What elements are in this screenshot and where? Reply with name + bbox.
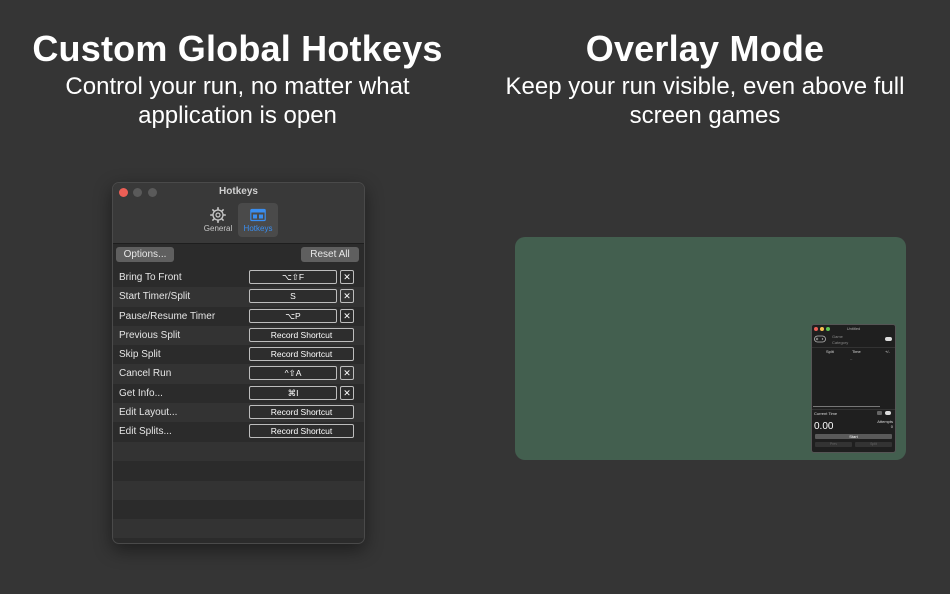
tab-general[interactable]: General [198,203,238,237]
prev-button[interactable]: Prev [815,442,852,447]
shortcut-recorder[interactable]: ^⇧A [249,366,337,381]
hotkey-row-bring-to-front: Bring To Front ⌥⇧F ✕ [113,268,364,287]
hotkey-row-skip-split: Skip Split Record Shortcut [113,345,364,364]
hotkey-row-start-timer-split: Start Timer/Split S ✕ [113,287,364,307]
left-panel-subtitle: Control your run, no matter what applica… [65,73,410,129]
shortcut-recorder[interactable]: ⌥P [249,308,337,323]
options-button[interactable]: Options... [116,247,174,262]
gamepad-icon [814,335,826,343]
timer-display: 0.00 [814,421,834,432]
gear-icon [210,207,226,223]
divider [812,409,895,410]
hotkey-action-label: Edit Layout... [119,407,178,419]
attempts-count: 0 [890,424,893,429]
splits-placeholder: – [850,356,853,361]
hotkeys-window: Hotkeys General Hotkeys Options... Reset… [112,182,365,544]
tab-hotkeys[interactable]: Hotkeys [238,203,278,237]
left-panel-title: Custom Global Hotkeys [32,28,443,69]
keyboard-icon [250,208,266,222]
hotkey-row-pause-resume-timer: Pause/Resume Timer ⌥P ✕ [113,307,364,326]
hotkey-action-label: Get Info... [119,387,163,399]
overlay-toggle[interactable] [885,337,892,341]
edit-icon[interactable] [877,411,882,415]
shortcut-recorder[interactable]: ⌥⇧F [249,270,337,284]
record-shortcut-button[interactable]: Record Shortcut [249,424,354,439]
right-panel-subtitle: Keep your run visible, even above full s… [505,73,905,129]
col-time-header: Time [852,349,861,354]
record-shortcut-button[interactable]: Record Shortcut [249,327,354,342]
hotkey-action-label: Start Timer/Split [119,291,191,303]
window-title: Hotkeys [219,186,258,197]
shortcut-recorder[interactable]: ⌘I [249,385,337,400]
divider [812,347,895,348]
tab-general-label: General [203,224,233,233]
hotkey-row-edit-splits: Edit Splits... Record Shortcut [113,422,364,441]
clear-shortcut-button[interactable]: ✕ [340,270,354,284]
hotkey-row-get-info: Get Info... ⌘I ✕ [113,384,364,403]
hotkey-row-cancel-run: Cancel Run ^⇧A ✕ [113,364,364,384]
hotkey-action-label: Pause/Resume Timer [119,310,216,322]
hotkey-action-label: Cancel Run [119,368,172,380]
col-split-header: Split [826,349,834,354]
clear-shortcut-button[interactable]: ✕ [340,289,354,304]
category-label: Category [832,340,849,345]
eye-icon[interactable] [885,411,891,415]
overlay-window-title: Untitled [846,326,861,331]
game-name-label: Game [832,334,843,339]
empty-row [113,519,364,539]
right-panel-title: Overlay Mode [585,28,825,69]
shortcut-recorder[interactable]: S [249,289,337,304]
clear-shortcut-button[interactable]: ✕ [340,385,354,400]
empty-row [113,461,364,480]
overlay-timer-window: Untitled Game Category Split Time +/- – … [811,324,896,453]
tab-hotkeys-label: Hotkeys [243,224,273,233]
reset-all-button[interactable]: Reset All [301,247,359,262]
hotkey-row-edit-layout: Edit Layout... Record Shortcut [113,403,364,423]
hotkey-action-label: Skip Split [119,349,161,361]
window-toolbar: Hotkeys General Hotkeys [113,183,364,244]
col-delta-header: +/- [885,349,890,354]
empty-row [113,500,364,519]
progress-track [813,406,880,407]
hotkey-row-previous-split: Previous Split Record Shortcut [113,325,364,346]
empty-row [113,442,364,462]
current-time-label: Current Time [814,411,838,416]
record-shortcut-button[interactable]: Record Shortcut [249,347,354,362]
clear-shortcut-button[interactable]: ✕ [340,308,354,323]
hotkey-action-label: Previous Split [119,329,181,341]
hotkey-action-label: Bring To Front [119,272,182,283]
record-shortcut-button[interactable]: Record Shortcut [249,405,354,420]
hotkeys-list: Bring To Front ⌥⇧F ✕ Start Timer/Split S… [113,268,364,442]
hotkey-action-label: Edit Splits... [119,426,172,438]
start-button[interactable]: Start [815,434,892,439]
empty-row [113,481,364,501]
split-button[interactable]: Split [855,442,892,447]
clear-shortcut-button[interactable]: ✕ [340,366,354,381]
